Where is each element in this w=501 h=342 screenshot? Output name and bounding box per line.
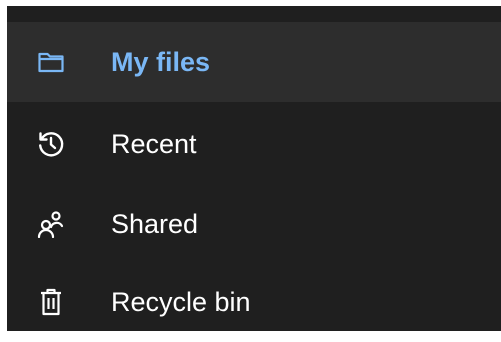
nav-item-shared[interactable]: Shared xyxy=(7,184,501,264)
nav-item-label: Recent xyxy=(111,128,197,159)
nav-item-label: Shared xyxy=(111,208,199,239)
folder-icon xyxy=(37,48,65,76)
nav-item-label: Recycle bin xyxy=(111,286,251,317)
trash-icon xyxy=(37,288,65,316)
nav-item-label: My files xyxy=(111,46,211,77)
clock-history-icon xyxy=(37,130,65,158)
navigation-list: My files Recent Shared Recycle bin xyxy=(7,6,501,331)
navigation-panel: My files Recent Shared Recycle bin xyxy=(0,0,501,339)
nav-item-my-files[interactable]: My files xyxy=(7,22,501,102)
nav-item-recycle-bin[interactable]: Recycle bin xyxy=(7,262,501,342)
nav-item-recent[interactable]: Recent xyxy=(7,104,501,184)
people-icon xyxy=(37,210,65,238)
